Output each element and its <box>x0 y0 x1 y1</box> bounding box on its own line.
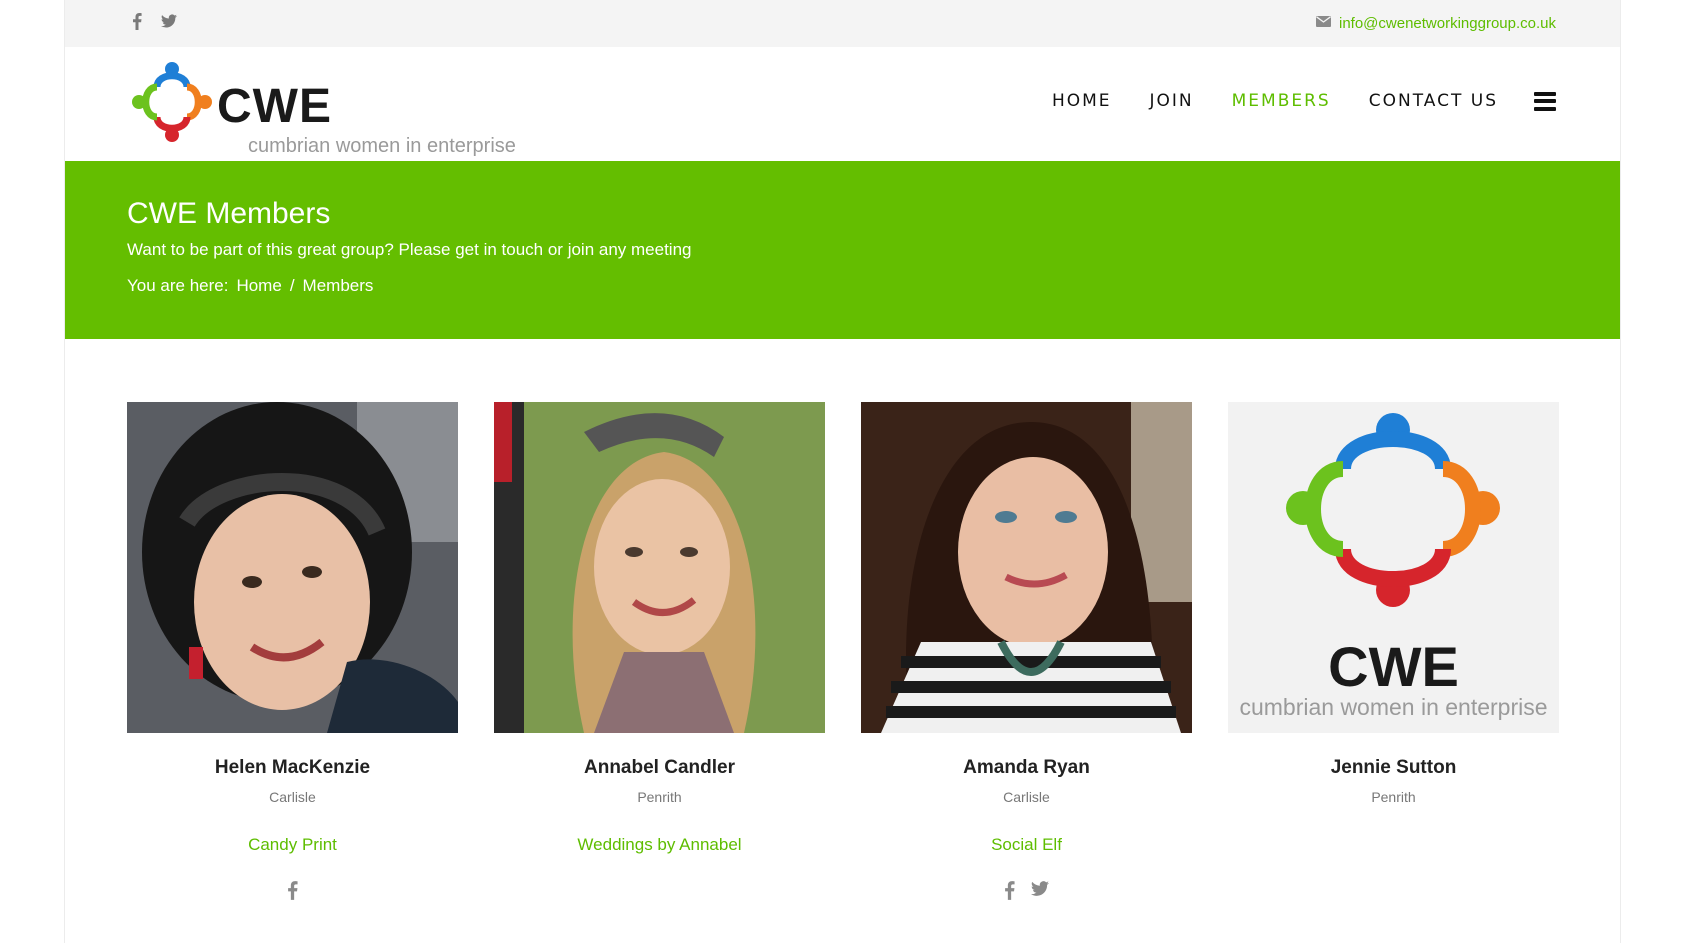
member-photo[interactable] <box>861 402 1192 733</box>
contact-email[interactable]: info@cwenetworkinggroup.co.uk <box>1315 14 1556 32</box>
page-banner: CWE Members Want to be part of this grea… <box>65 161 1620 339</box>
main-nav: HOME JOIN MEMBERS CONTACT US <box>1014 91 1556 111</box>
site-logo[interactable]: CWE cumbrian women in enterprise <box>127 57 516 157</box>
breadcrumb-prefix: You are here: <box>127 276 229 295</box>
logo-tagline: cumbrian women in enterprise <box>1239 694 1548 720</box>
facebook-icon[interactable] <box>287 881 298 901</box>
top-social-links <box>129 12 177 30</box>
breadcrumb: You are here: Home / Members <box>127 276 373 296</box>
member-town: Penrith <box>1371 789 1416 805</box>
facebook-icon[interactable] <box>129 12 145 30</box>
member-photo[interactable]: CWE cumbrian women in enterprise <box>1228 402 1559 733</box>
logo-mark-icon <box>132 62 212 142</box>
logo-text: CWE <box>217 80 332 133</box>
member-card: Annabel Candler Penrith Weddings by Anna… <box>494 402 825 901</box>
member-card: CWE cumbrian women in enterprise Jennie … <box>1228 402 1559 901</box>
nav-members[interactable]: MEMBERS <box>1232 91 1331 111</box>
page-title: CWE Members <box>127 197 331 230</box>
member-card: Amanda Ryan Carlisle Social Elf <box>861 402 1192 901</box>
nav-contact-us[interactable]: CONTACT US <box>1369 91 1498 111</box>
member-town: Carlisle <box>1003 789 1050 805</box>
envelope-icon <box>1315 14 1331 32</box>
member-name[interactable]: Annabel Candler <box>494 757 825 779</box>
twitter-icon[interactable] <box>1031 881 1049 901</box>
top-bar: info@cwenetworkinggroup.co.uk <box>65 0 1620 47</box>
member-name[interactable]: Amanda Ryan <box>861 757 1192 779</box>
member-business-link[interactable] <box>1228 835 1559 855</box>
member-business-link[interactable]: Social Elf <box>861 835 1192 855</box>
member-business-link[interactable]: Weddings by Annabel <box>494 835 825 855</box>
nav-join[interactable]: JOIN <box>1150 91 1194 111</box>
member-social-links <box>494 881 825 901</box>
member-name[interactable]: Helen MacKenzie <box>127 757 458 779</box>
logo-text: CWE <box>1328 635 1459 698</box>
breadcrumb-current: Members <box>302 276 374 295</box>
member-social-links <box>127 881 458 901</box>
member-business-link[interactable]: Candy Print <box>127 835 458 855</box>
member-photo[interactable] <box>127 402 458 733</box>
breadcrumb-home[interactable]: Home <box>236 276 281 296</box>
members-grid: Helen MacKenzie Carlisle Candy Print Ann… <box>127 402 1559 901</box>
twitter-icon[interactable] <box>161 12 177 30</box>
member-card: Helen MacKenzie Carlisle Candy Print <box>127 402 458 901</box>
member-social-links <box>1228 881 1559 901</box>
member-town: Penrith <box>637 789 682 805</box>
member-photo[interactable] <box>494 402 825 733</box>
page-container: info@cwenetworkinggroup.co.uk CWE cumbri… <box>64 0 1621 943</box>
facebook-icon[interactable] <box>1004 881 1015 901</box>
breadcrumb-separator: / <box>289 276 295 295</box>
member-social-links <box>861 881 1192 901</box>
member-town: Carlisle <box>269 789 316 805</box>
nav-home[interactable]: HOME <box>1052 91 1112 111</box>
logo-tagline: cumbrian women in enterprise <box>248 135 516 157</box>
email-link[interactable]: info@cwenetworkinggroup.co.uk <box>1339 15 1556 32</box>
hamburger-icon[interactable] <box>1534 91 1556 111</box>
member-name[interactable]: Jennie Sutton <box>1228 757 1559 779</box>
site-header: CWE cumbrian women in enterprise HOME JO… <box>65 47 1620 160</box>
page-subtitle: Want to be part of this great group? Ple… <box>127 240 692 259</box>
